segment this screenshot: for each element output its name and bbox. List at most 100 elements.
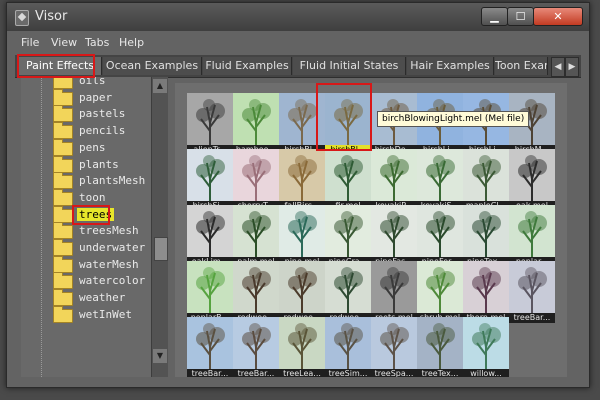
folder-label: waterMesh <box>79 257 139 271</box>
tab-ocean-examples[interactable]: Ocean Examples <box>103 57 202 75</box>
thumbnail-image <box>417 149 463 201</box>
folder-icon <box>53 172 73 190</box>
thumbnail-item[interactable]: redwoo... <box>233 261 279 323</box>
thumbnail-item[interactable]: cherryT... <box>233 149 279 211</box>
thumbnail-item[interactable]: treeTex... <box>417 317 463 377</box>
close-button[interactable]: ✕ <box>533 7 583 26</box>
thumbnail-image <box>233 317 279 369</box>
thumbnail-item[interactable]: redwoo... <box>279 261 325 323</box>
thumbnail-image <box>187 93 233 145</box>
menu-tabs[interactable]: Tabs <box>85 36 109 49</box>
thumbnail-item[interactable]: willow... <box>463 317 509 377</box>
thumbnail-item[interactable]: pineTex... <box>463 205 509 267</box>
thumbnail-item[interactable]: birchSi... <box>187 149 233 211</box>
folder-item[interactable]: pastels <box>21 105 151 123</box>
folder-item[interactable]: watercolor <box>21 272 151 290</box>
thumbnail-item[interactable]: pineFas... <box>371 205 417 267</box>
thumbnail-image <box>187 149 233 201</box>
thumbnail-item[interactable]: thorn.mel <box>463 261 509 323</box>
scroll-up-button[interactable]: ▲ <box>153 79 167 93</box>
thumbnail-item[interactable]: pineCra... <box>325 205 371 267</box>
tab-hair-examples[interactable]: Hair Examples <box>407 57 494 75</box>
thumbnail-label: treeSpa... <box>371 369 417 377</box>
thumbnail-item[interactable]: poplarB... <box>187 261 233 323</box>
thumbnail-item[interactable]: bamboo... <box>233 93 279 155</box>
thumbnail-image <box>187 261 233 313</box>
window-title: Visor <box>35 9 68 24</box>
folder-item[interactable]: plantsMesh <box>21 172 151 190</box>
folder-label: trees <box>77 207 115 221</box>
thumbnail-item[interactable]: palm.mel <box>233 205 279 267</box>
thumbnail-label: treeTex... <box>417 369 463 377</box>
tab-toon-examples[interactable]: Toon Examples <box>495 57 548 75</box>
thumbnail-item[interactable]: oak.mel <box>509 149 555 211</box>
folder-icon <box>53 305 73 323</box>
folder-icon <box>53 239 73 256</box>
thumbnail-item[interactable]: roots.mel <box>371 261 417 323</box>
thumbnail-label: treeBar... <box>233 369 279 377</box>
folder-label: underwater <box>79 241 146 254</box>
menu-file[interactable]: File <box>21 36 39 49</box>
tab-scroll-right[interactable]: ▶ <box>565 57 579 77</box>
folder-item[interactable]: plants <box>21 155 151 173</box>
menu-help[interactable]: Help <box>119 36 144 49</box>
folder-label: plants <box>79 157 119 171</box>
folder-item[interactable]: treesMesh <box>21 222 151 240</box>
thumbnail-grid: alienTr...bamboo...birchBl...birchBl...b… <box>175 83 567 377</box>
thumbnail-item[interactable]: pine.mel <box>279 205 325 267</box>
thumbnail-label: treeLea... <box>279 369 325 377</box>
thumbnail-image <box>463 149 509 201</box>
folder-item[interactable]: wetInWet <box>21 305 151 323</box>
thumbnail-image <box>325 93 371 145</box>
folder-label: toon <box>79 190 106 204</box>
thumbnail-item[interactable]: keyakiP... <box>371 149 417 211</box>
app-icon <box>15 10 29 26</box>
folder-item[interactable]: pens <box>21 138 151 156</box>
thumbnail-item[interactable]: pineFor... <box>417 205 463 267</box>
thumbnail-item[interactable]: keyakiS... <box>417 149 463 211</box>
folder-label: plantsMesh <box>79 174 146 188</box>
thumbnail-item[interactable]: birchBl... <box>279 93 325 155</box>
thumbnail-item[interactable]: birchBl... <box>325 93 371 155</box>
thumbnail-image <box>279 93 325 145</box>
thumbnail-item[interactable]: mapleCl... <box>463 149 509 211</box>
thumbnail-item[interactable]: alienTr... <box>187 93 233 155</box>
folder-scrollbar[interactable]: ▲ ▼ <box>151 77 168 377</box>
thumbnail-item[interactable]: treeBar... <box>233 317 279 377</box>
folder-item[interactable]: weather <box>21 289 151 307</box>
thumbnail-item[interactable]: redwoo... <box>325 261 371 323</box>
menu-view[interactable]: View <box>51 36 77 49</box>
thumbnail-item[interactable]: treeSim... <box>325 317 371 377</box>
folder-label: pens <box>79 140 106 154</box>
thumbnail-image <box>233 93 279 145</box>
maximize-button[interactable]: ☐ <box>507 7 534 26</box>
thumbnail-item[interactable]: fir.mel <box>325 149 371 211</box>
thumbnail-item[interactable]: poplar... <box>509 205 555 267</box>
folder-label: wetInWet <box>79 307 132 321</box>
scroll-down-button[interactable]: ▼ <box>153 349 167 363</box>
tab-fluid-initial-states[interactable]: Fluid Initial States <box>293 57 406 75</box>
thumbnail-image <box>509 149 555 201</box>
thumbnail-image <box>325 149 371 201</box>
thumbnail-item[interactable]: fallBirc... <box>279 149 325 211</box>
thumbnail-item[interactable]: treeSpa... <box>371 317 417 377</box>
tab-fluid-examples[interactable]: Fluid Examples <box>203 57 292 75</box>
folder-item[interactable]: waterMesh <box>21 255 151 273</box>
folder-icon <box>53 289 73 307</box>
thumbnail-item[interactable]: treeBar... <box>187 317 233 377</box>
tab-paint-effects[interactable]: Paint Effects <box>19 57 102 75</box>
scroll-thumb[interactable] <box>154 237 168 261</box>
thumbnail-item[interactable]: oakLim... <box>187 205 233 267</box>
folder-item[interactable]: toon <box>21 188 151 206</box>
tab-scroll-left[interactable]: ◀ <box>551 57 565 77</box>
minimize-button[interactable]: ▁ <box>481 7 508 26</box>
folder-item[interactable]: paper <box>21 88 151 106</box>
thumbnail-item[interactable]: treeBar... <box>509 261 555 323</box>
folder-label: paper <box>79 90 113 104</box>
folder-item[interactable]: underwater <box>21 239 151 256</box>
folder-item[interactable]: oils <box>21 77 151 89</box>
folder-item[interactable]: trees <box>21 205 151 223</box>
thumbnail-item[interactable]: treeLea... <box>279 317 325 377</box>
folder-item[interactable]: pencils <box>21 122 151 140</box>
thumbnail-item[interactable]: shrub.mel <box>417 261 463 323</box>
